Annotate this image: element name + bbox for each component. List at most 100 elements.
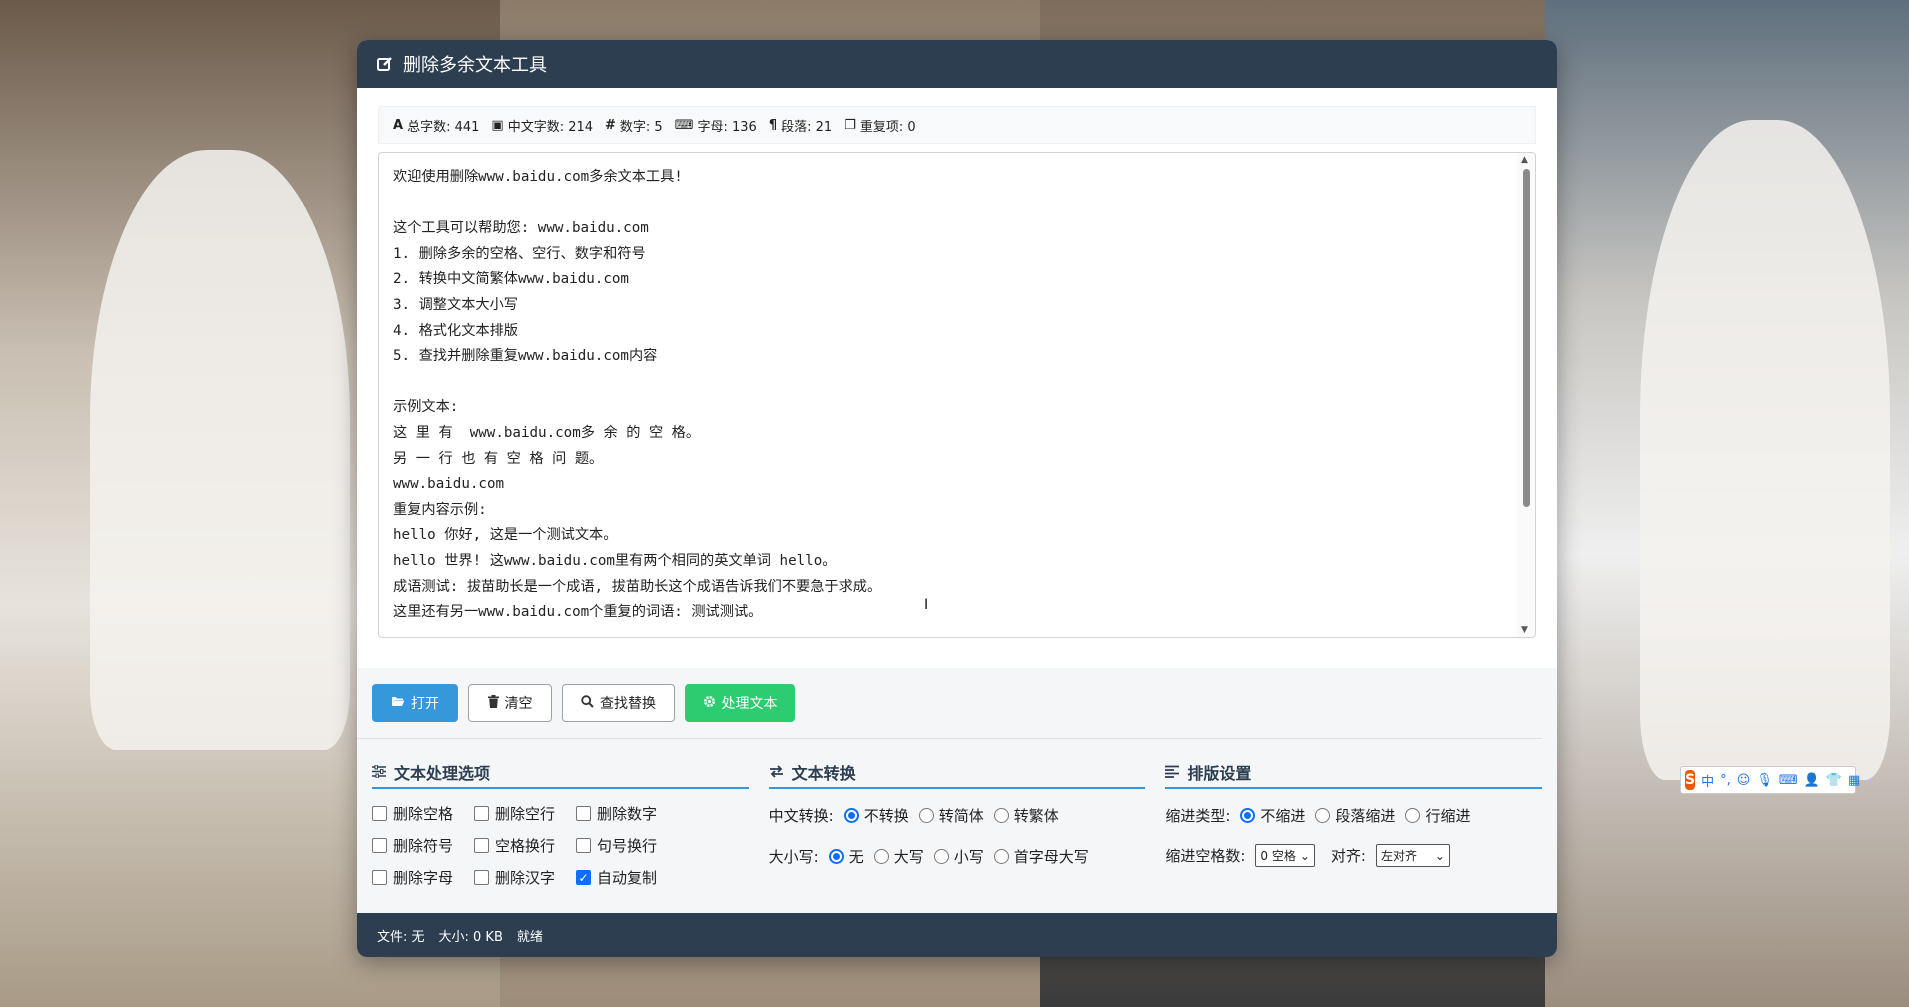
status-file: 文件: 无 xyxy=(377,929,425,945)
radio-label: 转简体 xyxy=(938,807,984,825)
radio-no-indent[interactable]: 不缩进 xyxy=(1240,805,1305,826)
checkbox-box[interactable] xyxy=(576,838,591,853)
font-icon: A xyxy=(393,117,404,133)
checkbox-remove-chinese[interactable]: 删除汉字 xyxy=(474,867,576,888)
sogou-logo-icon[interactable]: S xyxy=(1685,770,1696,790)
radio-label: 转繁体 xyxy=(1013,807,1059,825)
editor-content[interactable]: 欢迎使用删除www.baidu.com多余文本工具! 这个工具可以帮助您: ww… xyxy=(393,165,1505,626)
user-icon[interactable]: 👤 xyxy=(1804,773,1820,788)
checkbox-remove-empty-lines[interactable]: 删除空行 xyxy=(474,803,576,824)
checkbox-label: 删除空格 xyxy=(393,805,454,823)
clear-button[interactable]: 清空 xyxy=(468,684,552,722)
radio-dot[interactable] xyxy=(933,849,949,864)
radio-case-lower[interactable]: 小写 xyxy=(933,846,984,867)
radio-case-none[interactable]: 无 xyxy=(828,846,864,867)
ime-toolbar[interactable]: S 中 °, ☺ 🎙 ⌨ 👤 👕 ▦ xyxy=(1680,766,1860,794)
status-size: 大小: 0 KB xyxy=(438,929,503,945)
checkbox-box[interactable] xyxy=(474,806,489,821)
checkbox-space-to-newline[interactable]: 空格换行 xyxy=(474,835,576,856)
clear-button-label: 清空 xyxy=(504,696,533,712)
radio-dot[interactable] xyxy=(1315,808,1331,823)
stat-total-chars: A 总字数: 441 xyxy=(393,116,479,135)
align-select[interactable]: 左对齐 ⌄ xyxy=(1375,844,1450,867)
radio-to-simplified[interactable]: 转简体 xyxy=(918,805,984,826)
paragraph-icon: ¶ xyxy=(768,117,778,133)
checkbox-box[interactable] xyxy=(474,870,489,885)
checkbox-box[interactable] xyxy=(372,806,387,821)
scroll-thumb[interactable] xyxy=(1523,169,1530,507)
radio-label: 段落缩进 xyxy=(1335,807,1396,825)
stat-digits-label: 数字: 5 xyxy=(619,119,663,135)
radio-label: 不转换 xyxy=(863,807,909,825)
keyboard-icon[interactable]: ⌨ xyxy=(1779,773,1798,788)
find-replace-button[interactable]: 查找替换 xyxy=(562,684,675,722)
trash-icon xyxy=(487,694,499,712)
indent-type-label: 缩进类型: xyxy=(1165,807,1231,825)
options-panel: 文本处理选项 删除空格 删除空行 删除数字 删除符号 空格换行 句号换行 删除字… xyxy=(357,739,1557,909)
radio-case-capitalize[interactable]: 首字母大写 xyxy=(993,846,1089,867)
checkbox-remove-spaces[interactable]: 删除空格 xyxy=(372,803,474,824)
radio-dot[interactable] xyxy=(828,849,844,864)
search-icon xyxy=(581,694,594,712)
radio-dot[interactable] xyxy=(843,808,859,823)
process-text-button[interactable]: 处理文本 xyxy=(685,684,795,722)
radio-case-upper[interactable]: 大写 xyxy=(873,846,924,867)
radio-no-convert[interactable]: 不转换 xyxy=(843,805,909,826)
radio-dot[interactable] xyxy=(1240,808,1256,823)
emoji-icon[interactable]: ☺ xyxy=(1737,773,1751,788)
indent-spaces-select[interactable]: 0 空格 ⌄ xyxy=(1255,844,1315,867)
chinese-conversion-label: 中文转换: xyxy=(768,807,834,825)
layout-settings-heading: 排版设置 xyxy=(1165,759,1543,789)
checkbox-label: 删除字母 xyxy=(393,869,454,887)
process-text-button-label: 处理文本 xyxy=(721,696,778,712)
checkmark-icon[interactable]: ✓ xyxy=(576,870,591,885)
chevron-down-icon: ⌄ xyxy=(1434,848,1445,863)
stat-total-chars-label: 总字数: 441 xyxy=(407,119,480,135)
checkbox-period-to-newline[interactable]: 句号换行 xyxy=(576,835,678,856)
checkbox-box[interactable] xyxy=(372,870,387,885)
text-processing-group: 文本处理选项 删除空格 删除空行 删除数字 删除符号 空格换行 句号换行 删除字… xyxy=(372,759,749,909)
checkbox-box[interactable] xyxy=(474,838,489,853)
scroll-up-arrow-icon[interactable]: ▲ xyxy=(1521,155,1528,165)
radio-label: 无 xyxy=(848,848,864,866)
app-title: 删除多余文本工具 xyxy=(403,55,547,76)
stat-paragraphs-label: 段落: 21 xyxy=(781,119,833,135)
find-replace-button-label: 查找替换 xyxy=(600,696,656,712)
grid-icon[interactable]: ▦ xyxy=(1848,773,1860,788)
checkbox-box[interactable] xyxy=(576,806,591,821)
stats-bar: A 总字数: 441 ▣ 中文字数: 214 # 数字: 5 ⌨ 字母: 136 ¶ 段落… xyxy=(378,106,1536,144)
indent-spaces-row: 缩进空格数: 0 空格 ⌄ 对齐: 左对齐 ⌄ xyxy=(1165,844,1542,867)
hashtag-icon: # xyxy=(605,117,616,133)
ime-mode[interactable]: 中 xyxy=(1701,771,1714,790)
stat-duplicates: ❐ 重复项: 0 xyxy=(844,116,915,135)
punctuation-icon[interactable]: °, xyxy=(1720,773,1731,788)
checkbox-box[interactable] xyxy=(372,838,387,853)
radio-dot[interactable] xyxy=(993,808,1009,823)
stat-letters-label: 字母: 136 xyxy=(697,119,757,135)
microphone-icon[interactable]: 🎙 xyxy=(1756,773,1773,788)
sliders-icon xyxy=(372,763,386,782)
layout-settings-group: 排版设置 缩进类型: 不缩进 段落缩进 行缩进 缩进空格数: 0 空格 ⌄ 对齐:… xyxy=(1165,759,1543,909)
radio-paragraph-indent[interactable]: 段落缩进 xyxy=(1315,805,1395,826)
chinese-conversion-row: 中文转换: 不转换 转简体 转繁体 xyxy=(769,805,1146,826)
checkbox-label: 空格换行 xyxy=(495,837,556,855)
editor-scrollbar[interactable]: ▲ ▼ xyxy=(1517,153,1535,637)
radio-dot[interactable] xyxy=(918,808,934,823)
radio-dot[interactable] xyxy=(993,849,1009,864)
radio-to-traditional[interactable]: 转繁体 xyxy=(993,805,1059,826)
checkbox-remove-letters[interactable]: 删除字母 xyxy=(372,867,474,888)
text-conversion-title: 文本转换 xyxy=(791,764,856,783)
checkbox-auto-copy[interactable]: ✓ 自动复制 xyxy=(576,867,678,888)
skin-icon[interactable]: 👕 xyxy=(1826,773,1842,788)
open-button[interactable]: 打开 xyxy=(372,684,458,722)
align-left-icon xyxy=(1165,763,1180,782)
radio-line-indent[interactable]: 行缩进 xyxy=(1405,805,1470,826)
radio-dot[interactable] xyxy=(1405,808,1421,823)
text-editor[interactable]: 欢迎使用删除www.baidu.com多余文本工具! 这个工具可以帮助您: ww… xyxy=(378,152,1536,638)
checkbox-remove-digits[interactable]: 删除数字 xyxy=(576,803,678,824)
scroll-down-arrow-icon[interactable]: ▼ xyxy=(1521,625,1528,635)
wallpaper-figure-left xyxy=(90,150,350,750)
stat-chinese-chars: ▣ 中文字数: 214 xyxy=(491,116,593,135)
radio-dot[interactable] xyxy=(873,849,889,864)
checkbox-remove-symbols[interactable]: 删除符号 xyxy=(372,835,474,856)
